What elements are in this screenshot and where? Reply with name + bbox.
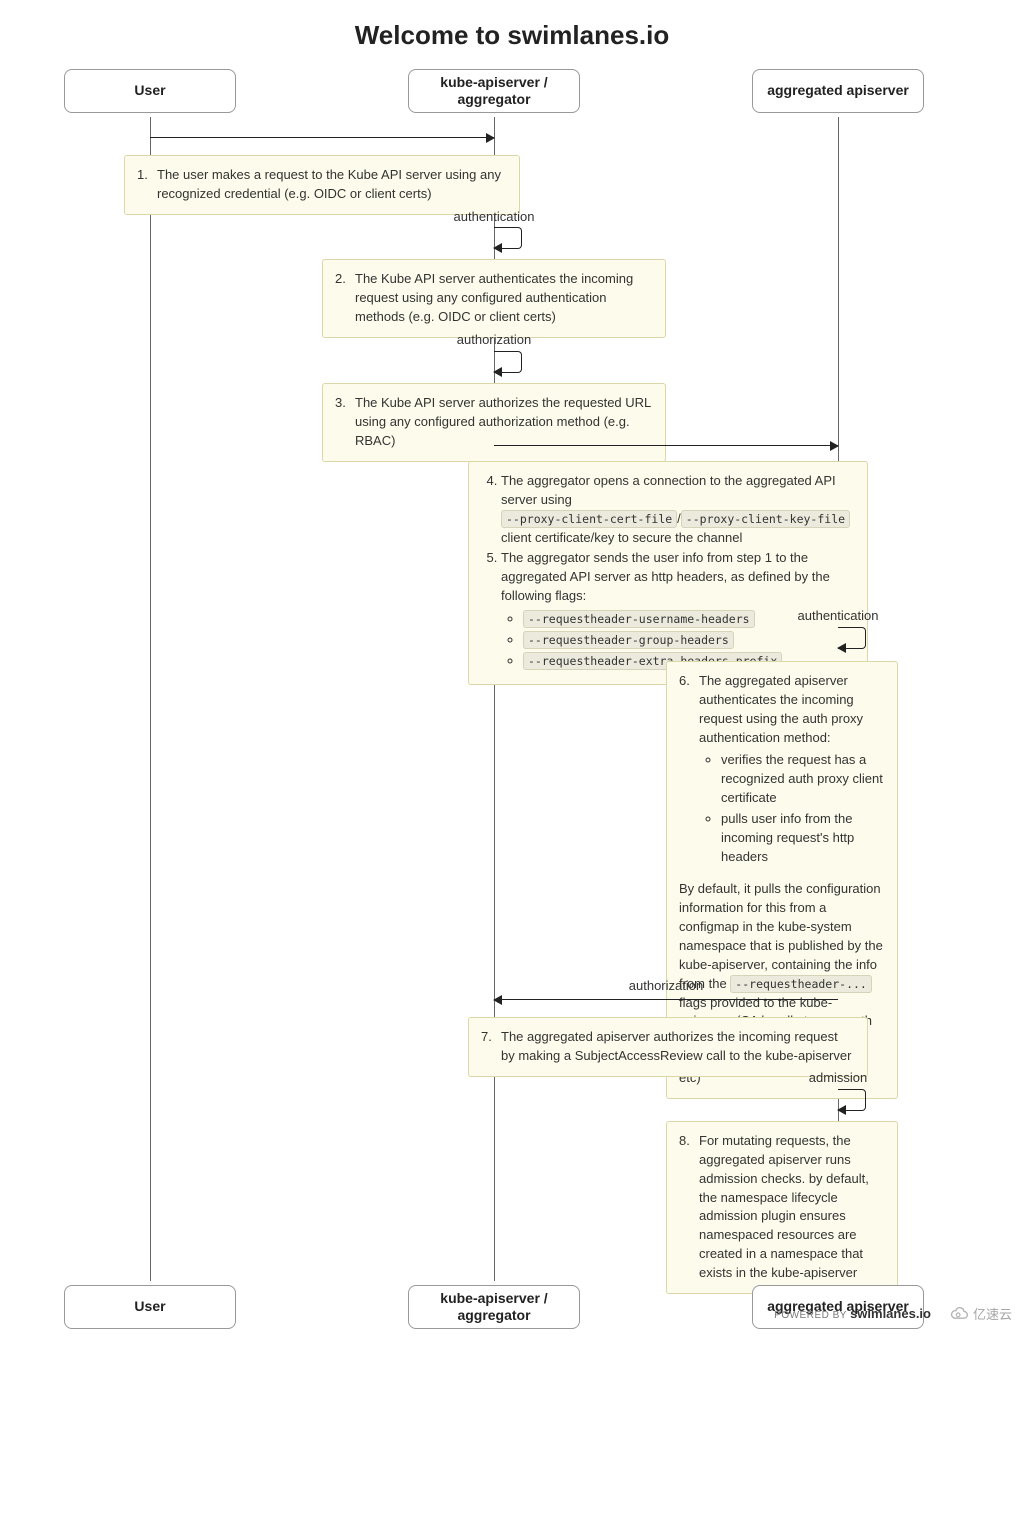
lane-user-bottom: User [64,1285,236,1329]
arrow-agg-to-kube [494,999,838,1000]
step3-text: The Kube API server authorizes the reque… [355,394,653,451]
step6-b1: verifies the request has a recognized au… [721,751,885,808]
lane-user-top: User [64,69,236,113]
watermark: 亿速云 [949,1304,1012,1323]
step6-a: The aggregated apiserver authenticates t… [699,673,863,745]
label-authn1: authentication [454,209,535,226]
step4-text-b: client certificate/key to secure the cha… [501,530,742,545]
label-authz1: authorization [457,332,531,349]
note-step1: 1. The user makes a request to the Kube … [124,155,520,215]
step6-num: 6. [679,672,699,870]
note-step7: 7. The aggregated apiserver authorizes t… [468,1017,868,1077]
step4-code2: --proxy-client-key-file [681,510,850,528]
step8-num: 8. [679,1132,699,1283]
step2-text: The Kube API server authenticates the in… [355,270,653,327]
selfloop-authz1 [494,351,522,373]
step7-num: 7. [481,1028,501,1066]
lane-agg-top: aggregated apiserver [752,69,924,113]
step4-code1: --proxy-client-cert-file [501,510,677,528]
selfloop-authn2 [838,627,866,649]
lane-kube-bottom: kube-apiserver / aggregator [408,1285,580,1329]
label-authn2: authentication [798,608,879,625]
arrow-user-to-kube [150,137,494,138]
lane-kube-top: kube-apiserver / aggregator [408,69,580,113]
step4: The aggregator opens a connection to the… [501,472,855,547]
brand: swimlanes.io [850,1306,931,1321]
step7-text: The aggregated apiserver authorizes the … [501,1028,855,1066]
page-title: Welcome to swimlanes.io [0,0,1024,69]
step1-text: The user makes a request to the Kube API… [157,166,507,204]
powered-by: POWERED BY swimlanes.io [774,1306,931,1321]
note-step4-5: The aggregator opens a connection to the… [468,461,868,685]
step1-num: 1. [137,166,157,204]
lifeline-user [150,117,151,1281]
label-authz2: authorization [629,978,703,995]
diagram-canvas: User kube-apiserver / aggregator aggrega… [64,69,960,1329]
note-step8: 8. For mutating requests, the aggregated… [666,1121,898,1294]
footer: POWERED BY swimlanes.io 亿速云 [774,1304,1012,1323]
selfloop-authn1 [494,227,522,249]
step2-num: 2. [335,270,355,327]
cloud-icon [949,1307,969,1321]
step6-code: --requestheader-... [730,975,872,993]
step5-flag2: --requestheader-group-headers [523,631,855,650]
arrow-kube-to-agg [494,445,838,446]
note-step3: 3. The Kube API server authorizes the re… [322,383,666,462]
note-step2: 2. The Kube API server authenticates the… [322,259,666,338]
label-admission: admission [809,1070,868,1087]
step5-text: The aggregator sends the user info from … [501,550,830,603]
step8-text: For mutating requests, the aggregated ap… [699,1132,885,1283]
step4-text-a: The aggregator opens a connection to the… [501,473,836,507]
step6-b2: pulls user info from the incoming reques… [721,810,885,867]
step3-num: 3. [335,394,355,451]
selfloop-admission [838,1089,866,1111]
